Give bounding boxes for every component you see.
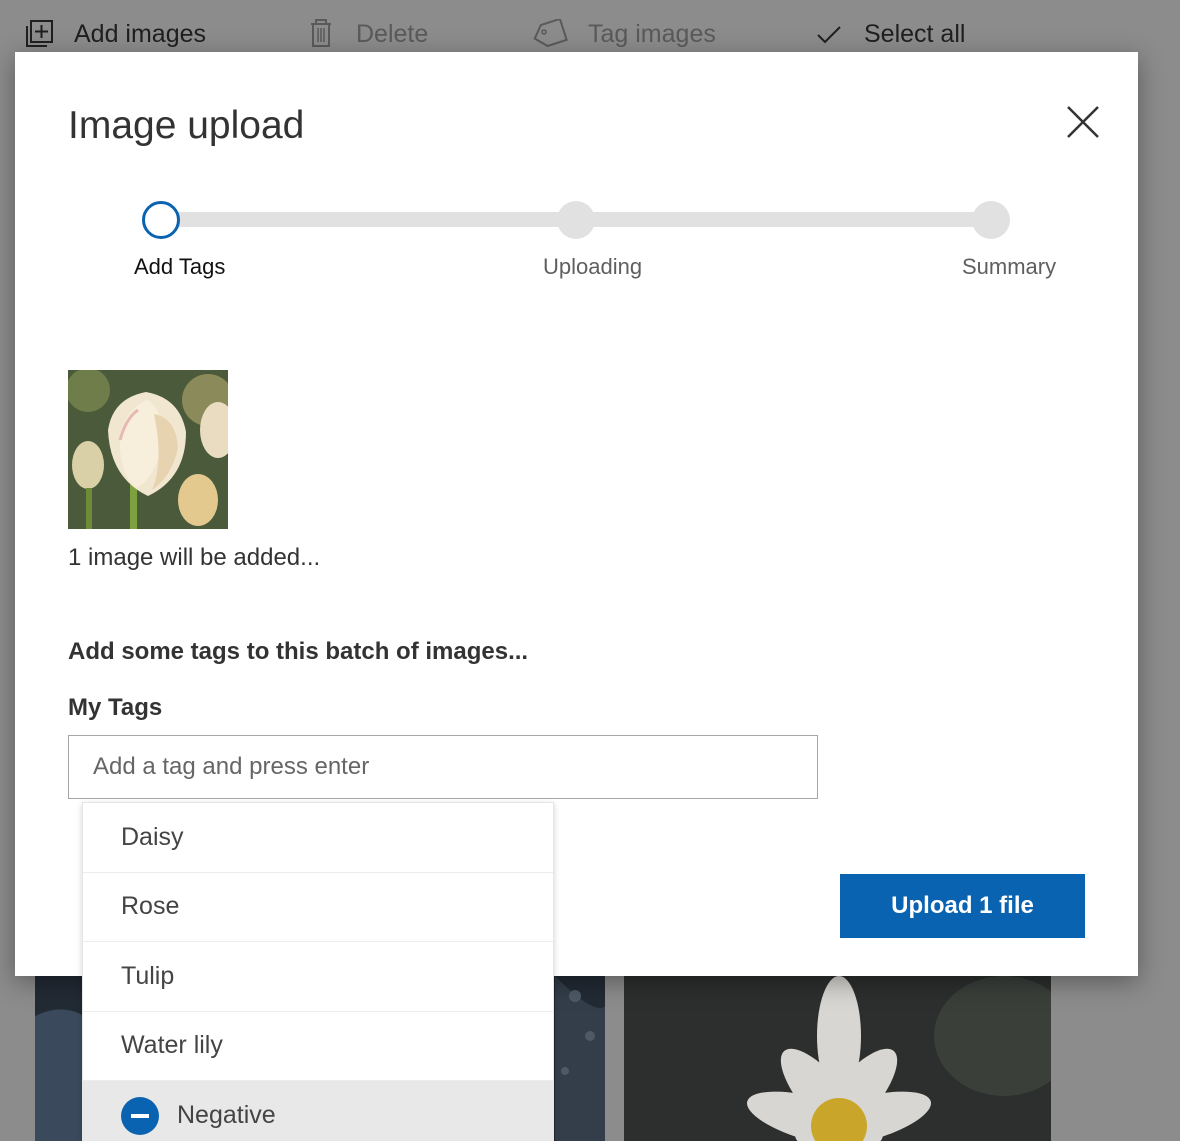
checkmark-icon	[817, 26, 841, 44]
gallery-thumbnail[interactable]	[624, 976, 1051, 1141]
tag-input[interactable]	[68, 735, 818, 799]
tag-icon	[533, 19, 568, 48]
image-preview	[68, 370, 228, 529]
tag-images-label: Tag images	[588, 19, 716, 48]
my-tags-label: My Tags	[68, 694, 163, 721]
delete-button[interactable]: Delete	[306, 14, 428, 54]
select-all-button[interactable]: Select all	[814, 14, 965, 54]
tag-option-water-lily[interactable]: Water lily	[83, 1012, 553, 1081]
step-label-uploading: Uploading	[543, 254, 643, 279]
toolbar: Add images Delete Tag images Select all	[0, 0, 1180, 60]
tag-option-daisy[interactable]: Daisy	[83, 803, 553, 873]
tag-option-negative-label: Negative	[177, 1101, 276, 1130]
image-count-text: 1 image will be added...	[68, 544, 321, 571]
close-button[interactable]	[1063, 102, 1103, 142]
tag-option-tulip[interactable]: Tulip	[83, 942, 553, 1012]
step-indicator-summary	[972, 201, 1010, 239]
tag-option-rose[interactable]: Rose	[83, 873, 553, 942]
trash-icon	[311, 19, 331, 47]
step-label-summary: Summary	[962, 254, 1057, 279]
select-all-label: Select all	[864, 19, 966, 48]
step-indicator-uploading	[557, 201, 595, 239]
add-images-label: Add images	[74, 19, 207, 48]
add-images-button[interactable]: Add images	[24, 14, 206, 54]
upload-button[interactable]: Upload 1 file	[840, 874, 1085, 938]
delete-label: Delete	[356, 19, 429, 48]
step-indicator-add-tags	[142, 201, 180, 239]
tag-option-negative[interactable]: Negative	[83, 1081, 553, 1140]
tag-suggestions-dropdown: Daisy Rose Tulip Water lily Negative	[82, 802, 554, 1141]
minus-circle-icon	[121, 1096, 159, 1135]
tags-heading: Add some tags to this batch of images...	[68, 638, 529, 665]
step-label-add-tags: Add Tags	[134, 254, 226, 279]
close-icon	[1067, 106, 1099, 138]
tag-images-button[interactable]: Tag images	[530, 14, 716, 54]
add-images-icon	[26, 20, 53, 47]
dialog-title: Image upload	[68, 104, 305, 147]
